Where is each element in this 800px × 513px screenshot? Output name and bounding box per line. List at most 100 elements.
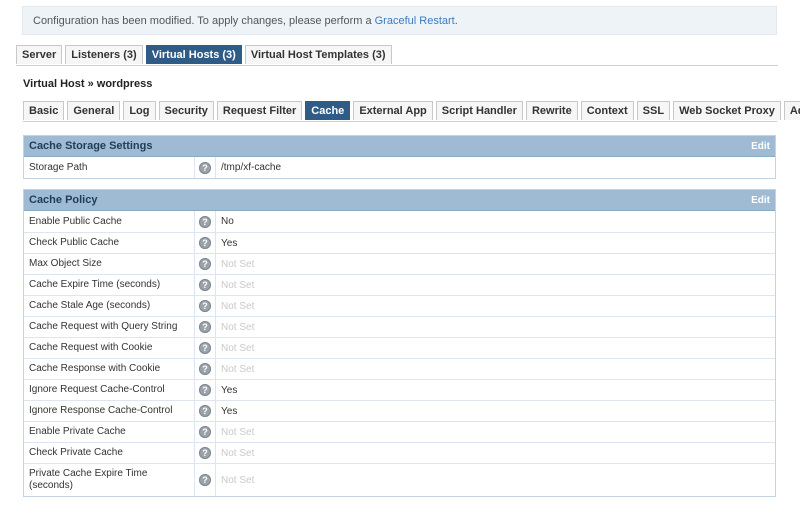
tab-listeners-3[interactable]: Listeners (3) [65,45,143,64]
panel-header: Cache Policy Edit [24,190,775,211]
help-cell: ? [194,380,216,400]
subtab-security[interactable]: Security [158,101,214,120]
notice-text: Configuration has been modified. To appl… [33,15,375,27]
question-circle-icon[interactable]: ? [199,321,211,333]
help-cell: ? [194,317,216,337]
setting-row-max-object-size: Max Object Size? Not Set [24,253,775,274]
help-cell: ? [194,401,216,421]
help-cell: ? [194,422,216,442]
panel-title: Cache Policy [29,194,98,206]
setting-label: Cache Expire Time (seconds) [29,279,161,290]
cache-storage-panel: Cache Storage Settings Edit Storage Path… [23,135,776,179]
sub-tab-bar: Basic General Log Security Request Filter Cac… [23,101,800,122]
setting-row-storage-path: Storage Path? /tmp/xf-cache [24,157,775,178]
question-circle-icon[interactable]: ? [199,215,211,228]
subtab-rewrite[interactable]: Rewrite [525,101,578,120]
help-cell: ? [194,443,216,463]
setting-label: Cache Request with Cookie [29,342,153,353]
setting-row-enable-private-cache: Enable Private Cache? Not Set [24,421,775,442]
setting-row-ignore-response-cache-control: Ignore Response Cache-Control? Yes [24,400,775,421]
help-cell: ? [194,275,216,295]
setting-value: Not Set [221,342,255,354]
edit-policy-button[interactable]: Edit [751,195,770,206]
setting-value: Not Set [221,258,255,270]
setting-row-enable-public-cache: Enable Public Cache? No [24,211,775,232]
subtab-script-handler[interactable]: Script Handler [435,101,523,120]
setting-label: Cache Request with Query String [29,321,178,332]
help-cell: ? [194,359,216,379]
setting-value: Not Set [221,447,255,459]
graceful-restart-link[interactable]: Graceful Restart [375,15,455,27]
notice-end: . [454,15,458,27]
question-circle-icon[interactable]: ? [199,474,211,486]
setting-label: Cache Response with Cookie [29,363,161,374]
setting-row-ignore-request-cache-control: Ignore Request Cache-Control? Yes [24,379,775,400]
setting-value: Not Set [221,426,255,438]
setting-label: Enable Public Cache [29,215,122,227]
page-title: Virtual Host » wordpress [23,78,153,90]
subtab-web-socket-proxy[interactable]: Web Socket Proxy [673,101,781,120]
main-tab-bar: Server Listeners (3) Virtual Hosts (3) Virt… [16,45,778,66]
cache-policy-panel: Cache Policy Edit Enable Public Cache? No… [23,189,776,497]
question-circle-icon[interactable]: ? [199,161,211,174]
help-cell: ? [194,211,216,232]
setting-label: Ignore Response Cache-Control [29,405,173,416]
setting-row-cache-request-with-query-string: Cache Request with Query String? Not Set [24,316,775,337]
help-cell: ? [194,296,216,316]
setting-value: Not Set [221,321,255,333]
subtab-external-app[interactable]: External App [353,101,433,120]
setting-value: Not Set [221,474,255,486]
question-circle-icon[interactable]: ? [199,384,211,396]
subtab-basic[interactable]: Basic [23,101,65,120]
subtab-request-filter[interactable]: Request Filter [216,101,303,120]
setting-row-private-cache-expire-time-seconds: Private Cache Expire Time (seconds)? Not … [24,463,775,496]
setting-row-check-public-cache: Check Public Cache? Yes [24,232,775,253]
subtab-log[interactable]: Log [123,101,156,120]
setting-row-check-private-cache: Check Private Cache? Not Set [24,442,775,463]
setting-value: Yes [221,384,238,396]
setting-value: Not Set [221,300,255,312]
setting-row-cache-expire-time-seconds: Cache Expire Time (seconds)? Not Set [24,274,775,295]
setting-label: Private Cache Expire Time (seconds) [29,468,148,491]
help-cell: ? [194,233,216,253]
question-circle-icon[interactable]: ? [199,237,211,249]
setting-value: Not Set [221,279,255,291]
setting-row-cache-stale-age-seconds: Cache Stale Age (seconds)? Not Set [24,295,775,316]
question-circle-icon[interactable]: ? [199,405,211,417]
setting-value: Yes [221,237,238,249]
subtab-add-ons[interactable]: Add-ons [783,101,800,120]
setting-label: Storage Path [29,161,88,173]
setting-label: Enable Private Cache [29,426,126,437]
panel-title: Cache Storage Settings [29,140,153,152]
setting-label: Cache Stale Age (seconds) [29,300,151,311]
question-circle-icon[interactable]: ? [199,300,211,312]
setting-label: Max Object Size [29,258,102,269]
subtab-cache[interactable]: Cache [305,101,351,120]
config-modified-notice: Configuration has been modified. To appl… [22,6,777,35]
tab-server[interactable]: Server [16,45,63,64]
setting-label: Ignore Request Cache-Control [29,384,165,395]
question-circle-icon[interactable]: ? [199,447,211,459]
subtab-ssl[interactable]: SSL [636,101,671,120]
help-cell: ? [194,464,216,496]
setting-value: No [221,216,234,227]
setting-value: Not Set [221,363,255,375]
setting-label: Check Public Cache [29,237,120,248]
help-cell: ? [194,157,216,178]
tab-virtual-hosts-3[interactable]: Virtual Hosts (3) [145,45,242,64]
question-circle-icon[interactable]: ? [199,258,211,270]
subtab-context[interactable]: Context [580,101,634,120]
setting-row-cache-request-with-cookie: Cache Request with Cookie? Not Set [24,337,775,358]
tab-virtual-host-templates-3[interactable]: Virtual Host Templates (3) [244,45,392,64]
edit-storage-button[interactable]: Edit [751,141,770,152]
help-cell: ? [194,254,216,274]
setting-label: Check Private Cache [29,447,123,458]
setting-value: /tmp/xf-cache [221,162,282,173]
question-circle-icon[interactable]: ? [199,279,211,291]
subtab-general[interactable]: General [67,101,121,120]
question-circle-icon[interactable]: ? [199,426,211,438]
question-circle-icon[interactable]: ? [199,342,211,354]
help-cell: ? [194,338,216,358]
question-circle-icon[interactable]: ? [199,363,211,375]
setting-value: Yes [221,405,238,417]
